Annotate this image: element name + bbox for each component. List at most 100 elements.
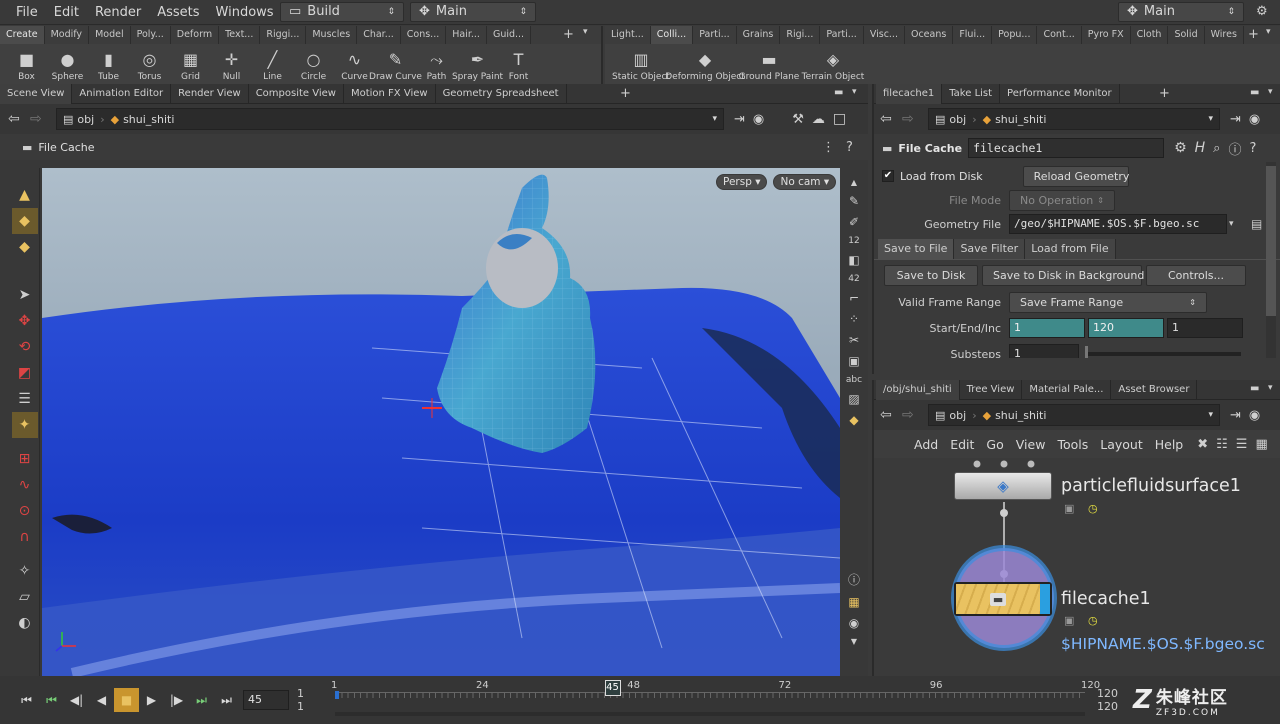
scale-icon[interactable]: ◩ <box>12 360 38 386</box>
help-icon[interactable]: ? <box>1249 141 1256 156</box>
number-12-icon[interactable]: 12 <box>848 236 859 246</box>
stop-square-icon[interactable]: □ <box>833 111 846 127</box>
pose-icon[interactable]: ✦ <box>11 412 38 438</box>
pane-tab[interactable]: /obj/shui_shiti <box>876 379 960 400</box>
shelf-tab[interactable]: Create <box>0 26 45 44</box>
hammer-icon[interactable]: ⚒ <box>792 112 804 127</box>
play-reverse-icon[interactable]: ◀ <box>89 688 114 712</box>
shelf-tool-circle[interactable]: ○ Circle <box>293 44 334 84</box>
range-end[interactable]: 120 <box>1097 700 1125 713</box>
substeps-slider[interactable] <box>1085 346 1241 358</box>
no-cam-menu[interactable]: No cam ▾ <box>773 174 837 190</box>
network-menu-layout[interactable]: Layout <box>1094 437 1149 452</box>
light-icon[interactable]: ◆ <box>849 413 858 427</box>
pane-menu-icon[interactable]: ▾ <box>1268 383 1273 393</box>
link-icon[interactable]: ◉ <box>1249 112 1260 127</box>
right-desktop-dropdown[interactable]: ✥ Main ⇕ <box>1118 2 1244 22</box>
link-icon[interactable]: ◉ <box>1249 408 1260 423</box>
particlefluidsurface1-node[interactable]: ◈ <box>954 472 1052 500</box>
param-scrollbar[interactable] <box>1266 162 1276 358</box>
save-background-button[interactable]: Save to Disk in Background <box>982 264 1144 286</box>
pin-icon[interactable]: ⇥ <box>734 112 745 127</box>
eraser-icon[interactable]: ◧ <box>848 253 859 267</box>
scrollbar-thumb[interactable] <box>1266 166 1276 316</box>
maximize-icon[interactable]: ▬ <box>834 87 843 98</box>
corner-icon[interactable]: ⌐ <box>849 291 859 305</box>
timeline-scroll[interactable] <box>335 712 1085 716</box>
shelf-tab[interactable]: Hair... <box>446 26 487 44</box>
end-frame[interactable]: 120 <box>1097 687 1125 700</box>
render-region-icon[interactable]: ▱ <box>12 584 38 610</box>
shelf-tool-sphere[interactable]: ● Sphere <box>47 44 88 84</box>
display-options-icon[interactable]: ⋮ <box>822 140 835 155</box>
menu-edit[interactable]: Edit <box>46 0 87 25</box>
forward-arrow-icon[interactable]: ⇨ <box>902 111 928 127</box>
shelf-tool-ground-plane[interactable]: ▬ Ground Plane <box>737 44 801 84</box>
shelf-tool-line[interactable]: ╱ Line <box>252 44 293 84</box>
jump-start-icon[interactable]: ⏮ <box>14 688 39 712</box>
display-flag[interactable] <box>1040 584 1050 614</box>
param-sub-tab[interactable]: Save Filter <box>954 238 1026 259</box>
settings-icon[interactable]: ⚙ <box>1256 4 1268 19</box>
shelf-tab[interactable]: Flui... <box>953 26 993 44</box>
shelf-tab[interactable]: Cloth <box>1131 26 1169 44</box>
lock-icon[interactable]: ▣ <box>1064 502 1074 515</box>
shelf-tool-grid[interactable]: ▦ Grid <box>170 44 211 84</box>
end-field[interactable]: 120 <box>1088 318 1164 338</box>
shelf-tab[interactable]: Grains <box>737 26 781 44</box>
network-menu-view[interactable]: View <box>1010 437 1052 452</box>
file-mode-menu[interactable]: No Operation ⇕ <box>1009 189 1115 211</box>
param-sub-tab[interactable]: Save to File <box>878 238 955 259</box>
help-h-icon[interactable]: H <box>1195 140 1206 156</box>
menu-windows[interactable]: Windows <box>208 0 282 25</box>
step-first-key-icon[interactable]: ⏮ <box>39 688 64 712</box>
forward-arrow-icon[interactable]: ⇨ <box>30 111 56 127</box>
pane-tab[interactable]: Performance Monitor <box>1000 83 1120 104</box>
snap-grid-small-icon[interactable]: ▦ <box>848 595 859 609</box>
scroll-up-icon[interactable]: ▲ <box>851 178 857 187</box>
add-pane-tab-icon[interactable]: + <box>620 86 631 101</box>
pane-tab[interactable]: Scene View <box>0 83 73 104</box>
shelf-tab[interactable]: Poly... <box>131 26 171 44</box>
persp-camera-menu[interactable]: Persp ▾ <box>716 174 768 190</box>
add-pane-tab-icon[interactable]: + <box>1159 86 1170 101</box>
add-shelf-tab-icon[interactable]: + <box>563 27 574 42</box>
link-icon[interactable]: ◉ <box>753 112 764 127</box>
network-menu-edit[interactable]: Edit <box>944 437 980 452</box>
brush-icon[interactable]: ✎ <box>849 194 859 208</box>
gear-icon[interactable]: ⚙ <box>1174 140 1187 156</box>
object-mode-icon[interactable]: ◆ <box>11 208 38 234</box>
pane-tab[interactable]: Geometry Spreadsheet <box>436 83 567 104</box>
network-menu-go[interactable]: Go <box>980 437 1009 452</box>
measure-icon[interactable]: ✂ <box>849 333 859 347</box>
scatter-icon[interactable]: ⁘ <box>849 312 859 326</box>
shelf-tab[interactable]: Char... <box>357 26 401 44</box>
start-field[interactable]: 1 <box>1009 318 1085 338</box>
shelf-tab[interactable]: Oceans <box>905 26 954 44</box>
network-menu-add[interactable]: Add <box>908 437 944 452</box>
back-arrow-icon[interactable]: ⇦ <box>880 407 902 423</box>
shelf-tab[interactable]: Parti... <box>820 26 864 44</box>
menu-assets[interactable]: Assets <box>149 0 207 25</box>
shelf-tab[interactable]: Text... <box>219 26 261 44</box>
pane-menu-icon[interactable]: ▾ <box>852 87 857 97</box>
text-abc-icon[interactable]: abc <box>846 375 862 385</box>
shelf-menu-icon[interactable]: ▾ <box>583 27 588 37</box>
shelf-tab[interactable]: Popu... <box>992 26 1038 44</box>
cloud-icon[interactable]: ☁ <box>812 112 825 127</box>
timeline-cursor[interactable]: 45 <box>604 680 621 696</box>
number-42-icon[interactable]: 42 <box>848 274 859 284</box>
param-path[interactable]: ▤ obj › ◆ shui_shiti ▾ <box>928 108 1220 130</box>
controls-button[interactable]: Controls... <box>1146 264 1246 286</box>
shelf-tool-torus[interactable]: ◎ Torus <box>129 44 170 84</box>
pin-icon[interactable]: ⇥ <box>1230 112 1241 127</box>
pane-tab[interactable]: Motion FX View <box>344 83 436 104</box>
menu-render[interactable]: Render <box>87 0 149 25</box>
maximize-icon[interactable]: ▬ <box>1250 87 1259 98</box>
handle-icon[interactable]: ☰ <box>12 386 38 412</box>
node-name-field[interactable]: filecache1 <box>968 138 1165 158</box>
step-back-icon[interactable]: ◀| <box>64 688 89 712</box>
scroll-down-icon[interactable]: ▼ <box>851 637 857 646</box>
shelf-tab[interactable]: Deform <box>171 26 220 44</box>
shelf-tool-tube[interactable]: ▮ Tube <box>88 44 129 84</box>
